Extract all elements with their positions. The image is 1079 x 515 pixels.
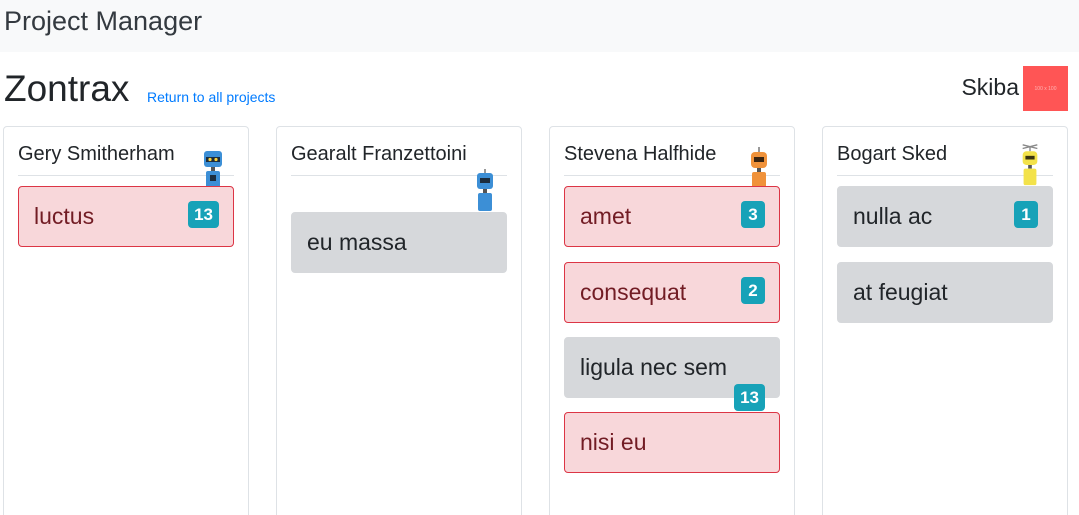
robot-avatar-icon xyxy=(477,169,493,211)
member-column: Gery Smitherham luctus 13 xyxy=(3,126,249,515)
robot-avatar-icon xyxy=(1022,144,1038,186)
task-label: ligula nec sem xyxy=(580,354,728,380)
navbar-brand[interactable]: Project Manager xyxy=(4,6,202,37)
avatar-placeholder-text: 100 x 100 xyxy=(1034,85,1057,92)
task-card[interactable]: at feugiat xyxy=(837,262,1053,323)
task-card[interactable]: ligula nec sem 13 xyxy=(564,337,780,411)
task-label: at feugiat xyxy=(853,279,948,305)
task-card[interactable]: eu massa xyxy=(291,212,507,273)
owner-avatar: 100 x 100 xyxy=(1023,66,1068,111)
task-label: luctus xyxy=(34,203,95,229)
project-title: Zontrax xyxy=(4,68,130,109)
task-card[interactable]: amet 3 xyxy=(564,186,780,247)
task-label: amet xyxy=(580,203,632,229)
owner-name: Skiba xyxy=(961,74,1019,100)
task-label: consequat xyxy=(580,279,687,305)
task-label: nulla ac xyxy=(853,203,933,229)
task-points-badge: 1 xyxy=(1014,201,1038,228)
member-column: Gearalt Franzettoini eu massa xyxy=(276,126,522,515)
task-points-badge: 3 xyxy=(741,201,765,228)
task-card[interactable]: nulla ac 1 xyxy=(837,186,1053,247)
task-label: nisi eu xyxy=(580,429,647,455)
task-label: eu massa xyxy=(307,229,407,255)
member-column: Stevena Halfhide amet 3 consequat 2 ligu… xyxy=(549,126,795,515)
member-column: Bogart Sked nulla ac 1 at feugiat xyxy=(822,126,1068,515)
task-points-badge: 13 xyxy=(734,384,765,411)
task-card[interactable]: consequat 2 xyxy=(564,262,780,323)
task-points-badge: 13 xyxy=(188,201,219,228)
task-card[interactable]: nisi eu xyxy=(564,412,780,473)
navbar: Project Manager xyxy=(0,0,1079,52)
task-card[interactable]: luctus 13 xyxy=(18,186,234,247)
return-to-projects-link[interactable]: Return to all projects xyxy=(147,89,275,105)
robot-avatar-icon xyxy=(751,147,767,189)
task-points-badge: 2 xyxy=(741,277,765,304)
